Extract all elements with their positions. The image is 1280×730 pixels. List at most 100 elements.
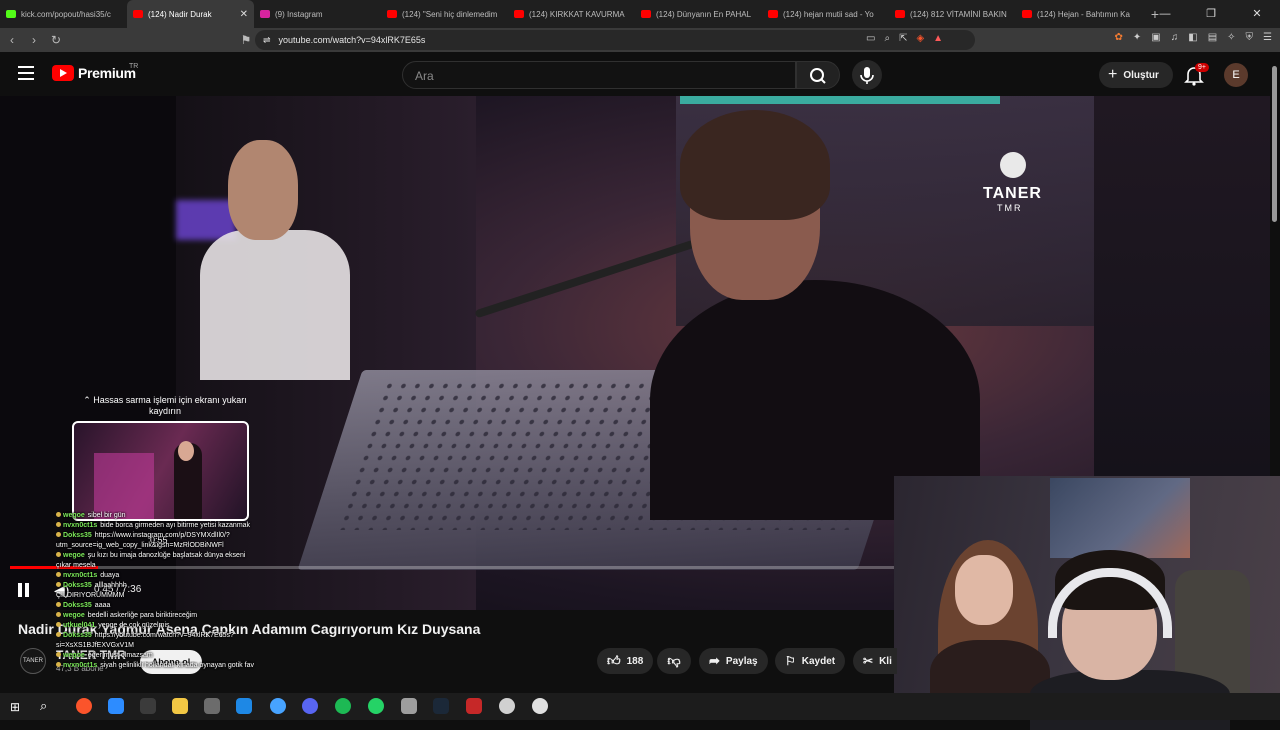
taskbar-search-icon[interactable]: ⌕: [40, 698, 47, 714]
hamburger-menu-icon[interactable]: [18, 66, 34, 80]
webcam-person-left-face: [955, 555, 1013, 625]
chat-username: Dokss35: [63, 532, 92, 539]
browser-tab[interactable]: (124) Hejan - Bahtımın Ka: [1016, 0, 1143, 28]
channel-avatar[interactable]: TANER: [20, 648, 46, 674]
tab-title: (124) 812 VİTAMİNİ BAKIN: [910, 9, 1007, 19]
chat-badge-icon: [56, 522, 61, 527]
whatsapp-icon[interactable]: [368, 698, 384, 714]
tab-title: (124) Hejan - Bahtımın Ka: [1037, 9, 1130, 19]
browser-tab[interactable]: kick.com/popout/hasi35/c: [0, 0, 127, 28]
discord-icon[interactable]: [302, 698, 318, 714]
brave-rewards-icon[interactable]: ▲: [933, 33, 943, 44]
maximize-button[interactable]: ❐: [1188, 0, 1234, 28]
tab-favicon-icon: [895, 10, 905, 18]
windows-taskbar: [0, 693, 1280, 720]
sidebar-icon[interactable]: ◧: [1188, 32, 1197, 43]
share-icon[interactable]: ⇱: [899, 33, 907, 44]
search-button[interactable]: [796, 61, 840, 89]
address-bar: ‹ › ↻ ⚑ ⇌ youtube.com/watch?v=94xlRK7E65…: [0, 28, 1280, 52]
save-button[interactable]: ⚐ Kaydet: [775, 648, 846, 674]
browser-tab[interactable]: (124) hejan mutii sad - Yo: [762, 0, 889, 28]
leo-icon[interactable]: ✧: [1227, 32, 1235, 43]
puzzle-icon[interactable]: ✦: [1133, 32, 1141, 43]
taskbar-app-icon[interactable]: [236, 698, 252, 714]
chat-badge-icon: [56, 652, 61, 657]
forward-icon[interactable]: ›: [24, 33, 44, 47]
browser-tab[interactable]: (124) "Seni hiç dinlemedim: [381, 0, 508, 28]
watermark-text: TANER: [983, 185, 1042, 202]
zoom-icon[interactable]: ⌕: [884, 33, 890, 44]
like-button[interactable]: 👍︎ 188: [597, 648, 653, 674]
steam-icon[interactable]: [433, 698, 449, 714]
player-letterbox-right: [1094, 96, 1270, 476]
brave-browser-icon[interactable]: [76, 698, 92, 714]
bookmark-save-icon: ⚐: [785, 654, 796, 668]
chat-text: siyah gelinlikli hollandalı kinada oynay…: [100, 662, 254, 669]
taskbar-app-icon[interactable]: [108, 698, 124, 714]
page-scrollbar[interactable]: [1272, 66, 1277, 222]
dislike-button[interactable]: 👎︎: [657, 648, 691, 674]
browser-tab[interactable]: (124) 812 VİTAMİNİ BAKIN: [889, 0, 1016, 28]
youtube-logo[interactable]: Premium: [52, 65, 136, 81]
chat-text: şu kızı bu imaja danozlüğe başlatsak dün…: [87, 552, 246, 559]
reload-icon[interactable]: ↻: [46, 33, 66, 47]
chat-message: Dokss35 alllaahhhh: [56, 581, 306, 591]
singer: [650, 110, 980, 520]
background-person-head: [228, 140, 298, 240]
account-avatar[interactable]: E: [1224, 63, 1248, 87]
site-settings-icon[interactable]: ⇌: [263, 35, 271, 46]
taskbar-app-icon[interactable]: [140, 698, 156, 714]
wallet-icon[interactable]: ▤: [1208, 32, 1217, 43]
browser-tab[interactable]: (124) Dünyanın En PAHAL: [635, 0, 762, 28]
close-window-button[interactable]: ✕: [1234, 0, 1280, 28]
file-explorer-icon[interactable]: [172, 698, 188, 714]
screenshot-icon[interactable]: ▣: [1151, 32, 1160, 43]
pause-button[interactable]: [17, 583, 31, 597]
cast-icon[interactable]: ▭: [866, 33, 875, 44]
browser-tab[interactable]: (9) Instagram: [254, 0, 381, 28]
media-icon[interactable]: ♫: [1171, 32, 1179, 43]
taskbar-app-icon[interactable]: [270, 698, 286, 714]
taskbar-app-icon[interactable]: [401, 698, 417, 714]
chat-text: bedelli askerliğe para biriktireceğim: [87, 612, 198, 619]
chat-badge-icon: [56, 552, 61, 557]
taskbar-app-icon[interactable]: [204, 698, 220, 714]
microphone-icon: [860, 67, 874, 84]
bookmark-icon[interactable]: ⚑: [236, 33, 256, 47]
clip-button[interactable]: ✂ Kli: [853, 648, 897, 674]
search-input[interactable]: Ara: [402, 61, 796, 89]
create-button[interactable]: + Oluştur: [1099, 62, 1173, 88]
minimize-button[interactable]: —: [1142, 0, 1188, 28]
url-text: youtube.com/watch?v=94xlRK7E65s: [278, 35, 426, 45]
spotify-icon[interactable]: [335, 698, 351, 714]
share-label: Paylaş: [725, 655, 758, 667]
obs-icon[interactable]: [532, 698, 548, 714]
browser-tab[interactable]: (124) KIRKKAT KAVURMA: [508, 0, 635, 28]
extensions-area: ✿ ✦ ▣ ♫ ◧ ▤ ✧ ⛨ ☰: [1115, 32, 1273, 43]
chat-message: nvxn0ct1s siyah gelinlikli hollandalı kin…: [56, 661, 306, 671]
windows-start-icon[interactable]: ⊞: [10, 700, 20, 714]
menu-icon[interactable]: ☰: [1263, 32, 1272, 43]
chat-text: si=XsXS1BJfEXVGxV1M: [56, 642, 135, 649]
share-button[interactable]: ➦ Paylaş: [699, 648, 768, 674]
taskbar-app-icon[interactable]: [499, 698, 515, 714]
chat-message: utm_source=ig_web_copy_link&igsh=MzRlODB…: [56, 541, 306, 551]
vpn-icon[interactable]: ⛨: [1246, 32, 1254, 43]
share-arrow-icon: ➦: [709, 653, 720, 668]
channel-watermark-icon: [1000, 152, 1026, 178]
voice-search-button[interactable]: [852, 60, 882, 90]
chat-text: alllaahhhh: [94, 582, 127, 589]
browser-tab[interactable]: (124) Nadir Durak ✕: [127, 0, 254, 28]
chat-text: eğer must olmazsam: [87, 652, 153, 659]
taskbar-app-icon[interactable]: [466, 698, 482, 714]
extension-icon[interactable]: ✿: [1115, 32, 1123, 43]
back-icon[interactable]: ‹: [2, 33, 22, 47]
tab-favicon-icon: [641, 10, 651, 18]
brave-shield-icon[interactable]: ◈: [916, 33, 924, 44]
watermark-subtext: TMR: [997, 203, 1023, 213]
chat-text: utm_source=ig_web_copy_link&igsh=MzRlODB…: [56, 542, 224, 549]
like-count: 188: [626, 655, 644, 667]
chat-username: nvxn0ct1s: [63, 522, 98, 529]
close-tab-icon[interactable]: ✕: [240, 9, 248, 20]
tab-title: (124) Dünyanın En PAHAL: [656, 9, 752, 19]
